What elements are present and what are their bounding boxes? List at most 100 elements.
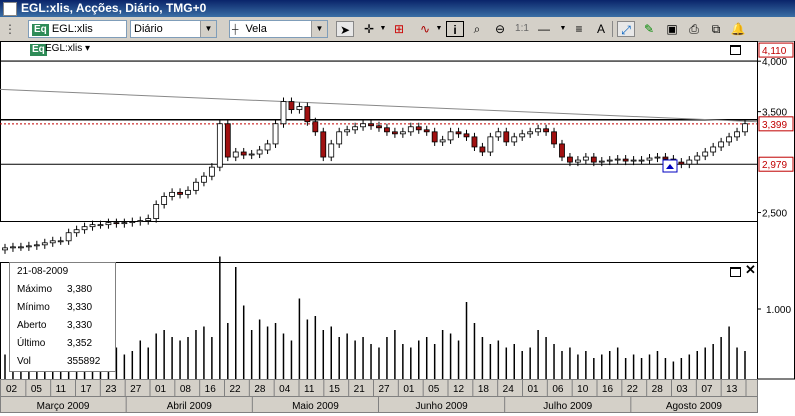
chart-type-value: Vela [245,23,267,35]
candle-body [137,220,144,223]
panel-symbol-label[interactable]: EGL:xlis ▾ [45,43,90,54]
candle-body [399,131,406,135]
info-value: 355892 [67,356,101,367]
month-label: Agosto 2009 [666,401,723,412]
fibonacci-tool-button[interactable]: ≡ [570,21,588,37]
window-title: EGL:xlis, Acções, Diário, TMG+0 [21,1,207,15]
candlestick-chart[interactable]: 4,0003,5002,5004,1103,3992,9791.00002 05 1… [0,40,795,413]
candle-body [272,123,279,145]
candle-body [694,155,701,161]
info-tool-button[interactable]: i [446,21,464,37]
candle-body [455,131,462,135]
candle-body [224,123,231,158]
month-label: Março 2009 [37,401,90,412]
candle-body [384,127,390,133]
period-select[interactable]: Diário ▼ [130,20,217,38]
grid-tool-button[interactable]: ⊞ [390,21,408,37]
candle-body [495,131,502,138]
candle-body [304,106,311,123]
candle-body [590,156,597,163]
print-button[interactable]: ⎙ [685,21,703,37]
zoom-out-button[interactable]: ⊖ [491,21,509,37]
candle-body [113,222,120,225]
candle-body [129,221,136,224]
candle-body [646,157,653,161]
candle-body [121,222,128,225]
candle-body [49,240,56,244]
candle-body [145,218,152,222]
date-label: 22 [627,384,639,395]
date-label: 12 [453,384,465,395]
candle-body [519,133,526,138]
candle-body [352,126,359,131]
line-tool-button[interactable]: — [535,21,553,37]
candle-body [256,149,263,155]
candle-body [97,224,104,227]
date-label: 27 [130,384,142,395]
candle-body [185,189,191,195]
maximize-icon[interactable] [730,45,741,55]
close-icon[interactable]: ✕ [745,262,756,278]
export-button[interactable]: ⧉ [707,21,725,37]
candle-body [567,156,573,163]
date-label: 02 [6,384,18,395]
date-label: 03 [677,384,689,395]
candle-body [447,131,454,141]
candle-body [415,126,422,131]
palette-tool-button[interactable]: ✎ [640,21,658,37]
toolbar: ⋮ Eq EGL:xlis Diário ▼ ┼ Vela ▼ ➤ ✛ ▼ ⊞ … [0,17,795,42]
candle-body [503,131,510,143]
text-tool-button[interactable]: A [592,21,610,37]
candle-body [391,131,398,135]
candle-body [718,141,725,148]
candle-body [216,123,223,168]
candle-body [423,129,430,133]
chevron-down-icon: ▼ [200,21,216,37]
data-window: 21-08-2009 Máximo 3,380 Mínimo 3,330 Abert… [9,262,116,372]
candle-body [41,242,48,246]
candle-body [551,131,557,145]
candle-body [575,159,581,163]
date-label: 16 [205,384,217,395]
symbol-input[interactable]: Eq EGL:xlis [28,20,127,38]
candle-body [344,129,351,133]
date-label: 06 [552,384,564,395]
candle-body [702,151,709,157]
candle-body [368,123,374,127]
candle-body [288,101,295,111]
candle-body [654,156,661,159]
candle-body [726,136,732,143]
save-image-button[interactable]: ▣ [663,21,681,37]
maximize-icon[interactable] [730,267,741,277]
zoom-tool-button[interactable]: ⌕ [468,21,486,37]
candle-body [25,245,32,248]
chart-type-select[interactable]: ┼ Vela ▼ [229,20,328,38]
alarm-bell-icon[interactable]: 🔔 [729,21,747,37]
candle-body [511,136,518,143]
info-label: Aberto [17,320,47,331]
info-label: Máximo [17,284,53,295]
candle-body [598,160,605,163]
candle-body [606,159,613,162]
candle-body [105,222,112,226]
draw-tool-button[interactable]: ⤢ [617,21,635,37]
date-label: 17 [81,384,93,395]
date-label: 01 [528,384,540,395]
date-label: 13 [726,384,738,395]
symbol-value: EGL:xlis [51,23,93,35]
date-label: 11 [56,384,67,395]
candle-body [65,232,72,242]
candle-body [638,159,645,162]
candle-body [208,166,215,177]
candle-body [527,131,534,135]
toolbar-grip: ⋮ [4,22,16,36]
candle-body [678,161,685,165]
candle-body [153,204,160,220]
candle-body [161,195,168,205]
candle-body [232,151,239,158]
info-value: 3,330 [67,320,93,331]
chart-area[interactable]: 4,000 3,500 2,500 4,110 3,399 2,979 1.000 02 05 1… [0,40,795,413]
month-label: Abril 2009 [167,401,212,412]
pointer-tool-button[interactable]: ➤ [336,21,354,37]
ratio-button[interactable]: 1:1 [513,21,531,37]
